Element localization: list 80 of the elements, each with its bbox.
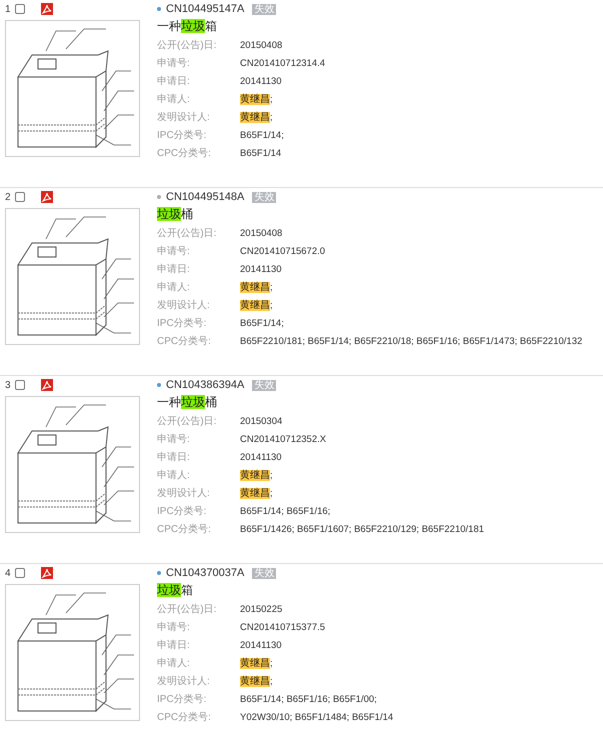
patent-number-link[interactable]: CN104386394A xyxy=(166,379,244,391)
result-number: 4 xyxy=(5,568,11,578)
field-label: 公开(公告)日: xyxy=(157,414,218,428)
field-value: B65F1/14; xyxy=(240,318,284,328)
field-label: 申请号: xyxy=(157,244,191,258)
status-tag: 失效 xyxy=(252,192,276,202)
field-label: 公开(公告)日: xyxy=(157,602,218,616)
pdf-icon[interactable] xyxy=(40,3,53,15)
field-value: Y02W30/10; B65F1/1484; B65F1/14 xyxy=(240,712,394,722)
status-tag: 失效 xyxy=(252,568,276,578)
status-tag: 失效 xyxy=(252,4,276,14)
field-value: CN201410712352.X xyxy=(240,434,326,444)
field-value: 黄继昌; xyxy=(240,674,273,688)
field-value: 黄继昌; xyxy=(240,110,273,124)
field-value: CN201410715672.0 xyxy=(240,246,326,256)
field-label: 申请日: xyxy=(157,638,191,652)
field-value: 20141130 xyxy=(240,264,282,274)
field-label: 申请号: xyxy=(157,620,191,634)
field-label: CPC分类号: xyxy=(157,146,212,160)
field-value: 黄继昌; xyxy=(240,280,273,294)
field-label: IPC分类号: xyxy=(157,692,208,706)
field-label: CPC分类号: xyxy=(157,334,212,348)
field-value: B65F1/14; B65F1/16; xyxy=(240,506,330,516)
field-label: IPC分类号: xyxy=(157,316,208,330)
field-label: 申请号: xyxy=(157,56,191,70)
field-value: 黄继昌; xyxy=(240,468,273,482)
field-value: 20150408 xyxy=(240,228,282,238)
field-value: B65F1/1426; B65F1/1607; B65F2210/129; B65F2210/181 xyxy=(240,524,484,534)
checkbox[interactable] xyxy=(14,380,25,390)
checkbox[interactable] xyxy=(14,568,25,578)
checkbox[interactable] xyxy=(14,192,25,202)
field-value: 20150225 xyxy=(240,604,282,614)
field-value: CN201410712314.4 xyxy=(240,58,326,68)
field-label: 申请人: xyxy=(157,656,191,670)
field-label: 申请人: xyxy=(157,468,191,482)
field-value: 黄继昌; xyxy=(240,656,273,670)
patent-title[interactable]: 一种垃圾箱 xyxy=(157,16,603,36)
field-label: 公开(公告)日: xyxy=(157,226,218,240)
field-label: CPC分类号: xyxy=(157,522,212,536)
patent-number-link[interactable]: CN104495147A xyxy=(166,3,244,15)
checkbox[interactable] xyxy=(14,4,25,14)
field-label: 发明设计人: xyxy=(157,674,211,688)
pdf-icon[interactable] xyxy=(40,379,53,391)
field-label: 发明设计人: xyxy=(157,298,211,312)
field-label: 申请号: xyxy=(157,432,191,446)
field-value: B65F1/14 xyxy=(240,148,282,158)
field-value: B65F2210/181; B65F1/14; B65F2210/18; B65F1/16; B65F1/1473; B65F2210/132 xyxy=(240,336,582,346)
field-label: 公开(公告)日: xyxy=(157,38,218,52)
result-number: 2 xyxy=(5,192,11,202)
field-label: IPC分类号: xyxy=(157,128,208,142)
patent-number-link[interactable]: CN104370037A xyxy=(166,567,244,579)
field-label: 申请日: xyxy=(157,262,191,276)
patent-number-link[interactable]: CN104495148A xyxy=(166,191,244,203)
field-label: 发明设计人: xyxy=(157,110,211,124)
field-label: IPC分类号: xyxy=(157,504,208,518)
field-label: 申请人: xyxy=(157,280,191,294)
field-value: 20141130 xyxy=(240,640,282,650)
pdf-icon[interactable] xyxy=(40,567,53,579)
field-label: 申请人: xyxy=(157,92,191,106)
result-number: 3 xyxy=(5,380,11,390)
field-value: 20141130 xyxy=(240,76,282,86)
field-label: 申请日: xyxy=(157,74,191,88)
result-number: 1 xyxy=(5,4,11,14)
field-label: 发明设计人: xyxy=(157,486,211,500)
patent-title[interactable]: 垃圾桶 xyxy=(157,204,603,224)
field-value: 黄继昌; xyxy=(240,298,273,312)
field-value: B65F1/14; xyxy=(240,130,284,140)
field-value: 20150304 xyxy=(240,416,282,426)
field-value: 20150408 xyxy=(240,40,282,50)
field-label: 申请日: xyxy=(157,450,191,464)
field-value: 黄继昌; xyxy=(240,92,273,106)
patent-title[interactable]: 一种垃圾桶 xyxy=(157,392,603,412)
patent-title[interactable]: 垃圾箱 xyxy=(157,580,603,600)
field-value: 20141130 xyxy=(240,452,282,462)
pdf-icon[interactable] xyxy=(40,191,53,203)
field-value: CN201410715377.5 xyxy=(240,622,326,632)
field-label: CPC分类号: xyxy=(157,710,212,724)
field-value: B65F1/14; B65F1/16; B65F1/00; xyxy=(240,694,377,704)
field-value: 黄继昌; xyxy=(240,486,273,500)
status-tag: 失效 xyxy=(252,380,276,390)
